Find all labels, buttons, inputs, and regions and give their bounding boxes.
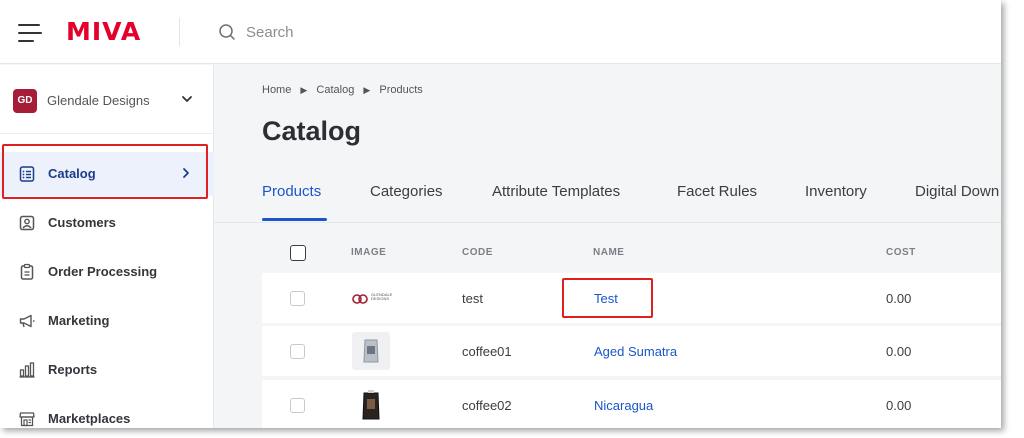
cell-cost: 0.00 (886, 398, 912, 413)
app-window: MIVA GD Glendale Designs (0, 0, 1001, 428)
bar-chart-icon (19, 362, 35, 378)
column-header-name[interactable]: NAME (593, 247, 624, 258)
row-checkbox[interactable] (290, 398, 305, 413)
chevron-down-icon (182, 96, 192, 102)
cell-code: coffee01 (462, 344, 512, 359)
breadcrumb-home[interactable]: Home (262, 84, 291, 96)
sidebar-item-label: Catalog (48, 166, 96, 181)
tab-categories[interactable]: Categories (370, 183, 443, 200)
coffee-bag-icon (352, 386, 390, 424)
customers-icon (19, 215, 35, 231)
row-checkbox[interactable] (290, 344, 305, 359)
page-title: Catalog (262, 116, 362, 146)
breadcrumb-catalog[interactable]: Catalog (316, 84, 354, 96)
clipboard-icon (20, 263, 34, 280)
top-bar: MIVA (0, 0, 1001, 64)
sidebar-item-marketing[interactable]: Marketing (0, 299, 214, 343)
store-logo: GD (13, 89, 37, 113)
sidebar-item-order-processing[interactable]: Order Processing (0, 250, 214, 294)
store-name: Glendale Designs (47, 93, 150, 108)
sidebar-item-label: Marketplaces (48, 411, 131, 426)
table-row[interactable]: coffee01 Aged Sumatra 0.00 (262, 326, 1001, 376)
sidebar-item-customers[interactable]: Customers (0, 201, 214, 245)
sidebar-item-label: Order Processing (48, 264, 158, 279)
column-header-cost[interactable]: COST (886, 247, 916, 258)
breadcrumb-separator-icon: ▶ (363, 85, 371, 95)
product-name-link[interactable]: Nicaragua (594, 398, 653, 413)
hamburger-menu-icon[interactable] (18, 24, 42, 42)
table-header: IMAGE CODE NAME COST (262, 238, 1001, 268)
miva-logo[interactable]: MIVA (66, 17, 141, 46)
table-row[interactable]: coffee02 Nicaragua 0.00 (262, 380, 1001, 428)
store-selector[interactable]: GD Glendale Designs (13, 89, 203, 113)
storefront-icon (19, 412, 35, 427)
product-name-link[interactable]: Test (594, 291, 618, 306)
breadcrumb: Home ▶ Catalog ▶ Products (262, 84, 423, 96)
sidebar: GD Glendale Designs Catalog Customers Or… (0, 65, 214, 428)
cell-code: test (462, 291, 483, 306)
tab-inventory[interactable]: Inventory (805, 183, 867, 200)
megaphone-icon (19, 314, 35, 328)
tab-attribute-templates[interactable]: Attribute Templates (492, 183, 620, 200)
breadcrumb-separator-icon: ▶ (300, 85, 308, 95)
column-header-code[interactable]: CODE (462, 247, 493, 258)
sidebar-item-label: Customers (48, 215, 116, 230)
chevron-right-icon (183, 168, 189, 178)
sidebar-item-label: Reports (48, 362, 98, 377)
product-name-link[interactable]: Aged Sumatra (594, 344, 677, 359)
cell-code: coffee02 (462, 398, 512, 413)
sidebar-divider (0, 133, 214, 134)
product-thumbnail: GLENDALE DESIGNS (352, 292, 392, 304)
tab-digital-downloads[interactable]: Digital Down (915, 183, 999, 200)
active-tab-indicator (262, 218, 327, 221)
cell-cost: 0.00 (886, 291, 912, 306)
cell-cost: 0.00 (886, 344, 912, 359)
sidebar-item-reports[interactable]: Reports (0, 348, 214, 392)
catalog-icon (19, 166, 35, 182)
coffee-bag-icon (352, 332, 390, 370)
table-row[interactable]: GLENDALE DESIGNS test Test 0.00 (262, 273, 1001, 323)
column-header-image[interactable]: IMAGE (351, 247, 386, 258)
tab-bar: Products Categories Attribute Templates … (262, 183, 1001, 223)
breadcrumb-products: Products (379, 84, 423, 96)
search-input[interactable] (216, 20, 416, 44)
sidebar-item-label: Marketing (48, 313, 110, 328)
select-all-checkbox[interactable] (290, 245, 306, 261)
product-thumbnail (352, 332, 390, 370)
row-checkbox[interactable] (290, 291, 305, 306)
tab-facet-rules[interactable]: Facet Rules (677, 183, 757, 200)
tabs-divider (214, 222, 1001, 223)
header-divider (179, 18, 180, 46)
thumbnail-logo-text: GLENDALE DESIGNS (371, 292, 393, 301)
sidebar-item-marketplaces[interactable]: Marketplaces (0, 397, 214, 428)
sidebar-item-catalog[interactable]: Catalog (0, 152, 214, 196)
product-thumbnail (352, 386, 390, 424)
tab-products[interactable]: Products (262, 183, 321, 200)
